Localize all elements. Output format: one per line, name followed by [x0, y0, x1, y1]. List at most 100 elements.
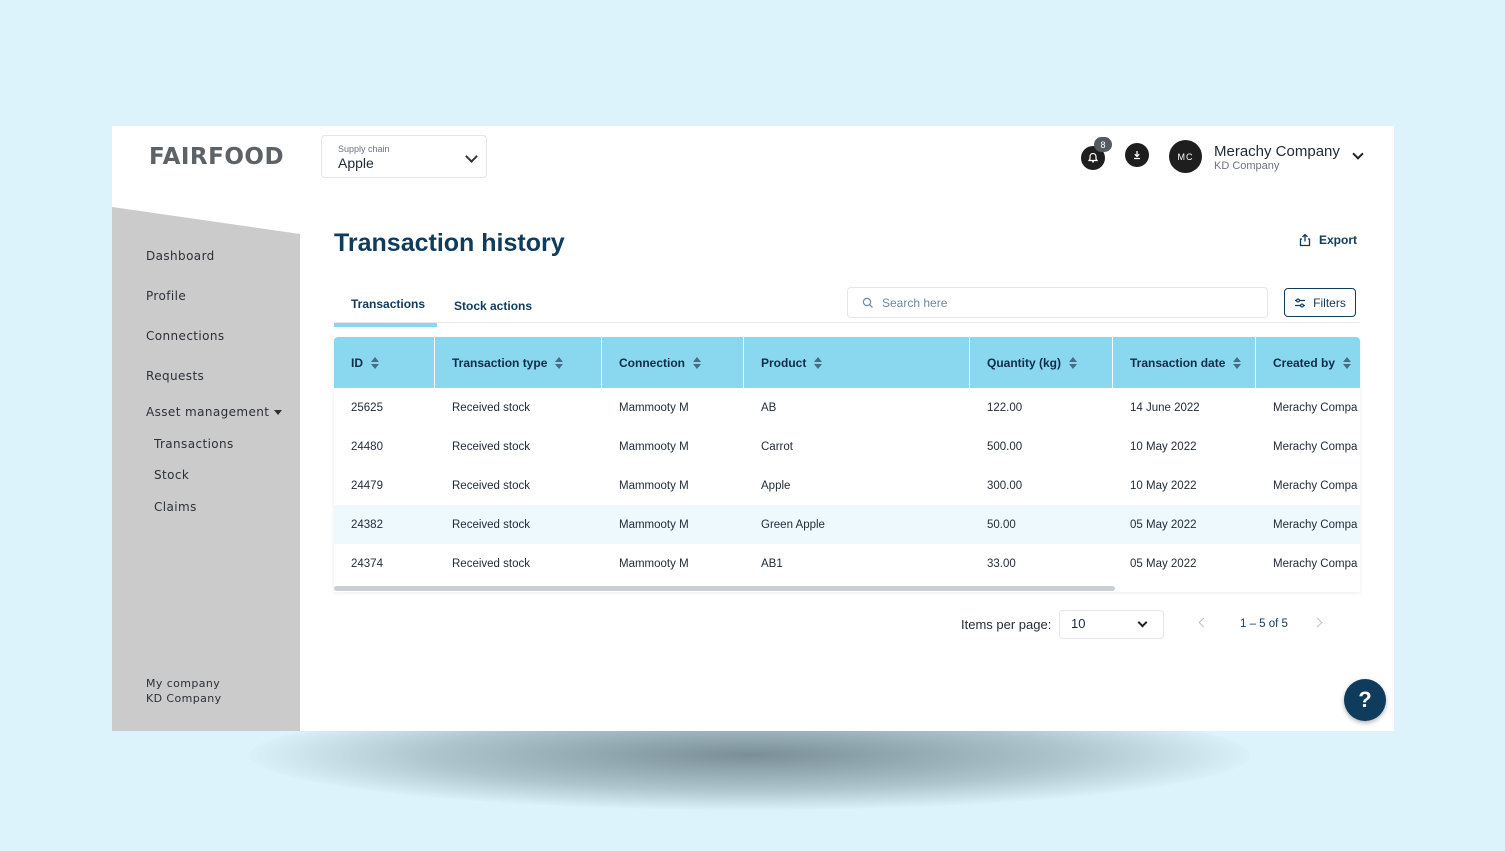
cell-id: 24479 — [351, 479, 383, 492]
supply-chain-label: Supply chain — [338, 144, 390, 154]
my-company-info[interactable]: My company KD Company — [146, 676, 222, 706]
items-per-page-label: Items per page: — [961, 617, 1052, 632]
tab-stock-actions[interactable]: Stock actions — [454, 299, 532, 313]
cell-quantity: 122.00 — [987, 401, 1023, 414]
cell-transaction-type: Received stock — [452, 518, 530, 531]
sort-icon[interactable] — [371, 356, 379, 369]
column-header-label: Quantity (kg) — [987, 355, 1061, 370]
column-header-label: Transaction type — [452, 355, 548, 370]
column-header-connection[interactable]: Connection — [602, 337, 744, 388]
active-tab-indicator — [334, 323, 437, 327]
download-icon — [1134, 151, 1140, 160]
cell-transaction-type: Received stock — [452, 401, 530, 414]
cell-transaction-type: Received stock — [452, 440, 530, 453]
search-field[interactable]: Search here — [847, 287, 1268, 318]
chevron-down-icon — [1137, 617, 1148, 628]
table-row[interactable]: 24479 Received stock Mammooty M Apple 30… — [334, 466, 1360, 505]
cell-id: 24480 — [351, 440, 383, 453]
cell-created-by: Merachy Compa — [1273, 440, 1358, 453]
search-placeholder: Search here — [882, 295, 948, 310]
my-company-name: KD Company — [146, 692, 222, 705]
sidebar-subitem-claims[interactable]: Claims — [154, 500, 197, 514]
user-name[interactable]: Merachy Company — [1214, 143, 1340, 160]
search-icon — [862, 297, 873, 308]
filters-button[interactable]: Filters — [1284, 288, 1356, 317]
download-button[interactable] — [1125, 143, 1149, 167]
cell-created-by: Merachy Compa — [1273, 518, 1358, 531]
table-row[interactable]: 24480 Received stock Mammooty M Carrot 5… — [334, 427, 1360, 466]
help-button[interactable]: ? — [1344, 679, 1386, 721]
column-header-transaction-type[interactable]: Transaction type — [435, 337, 602, 388]
cell-connection: Mammooty M — [619, 557, 689, 570]
sort-icon[interactable] — [555, 356, 564, 369]
sidebar — [112, 207, 300, 731]
app-window: FAIRFOOD Supply chain Apple 8 MC Merachy… — [112, 126, 1394, 731]
sidebar-item-connections[interactable]: Connections — [146, 329, 225, 343]
sidebar-item-label: Asset management — [146, 405, 270, 419]
sidebar-item-profile[interactable]: Profile — [146, 289, 186, 303]
cell-transaction-type: Received stock — [452, 557, 530, 570]
cell-product: AB1 — [761, 557, 783, 570]
cell-connection: Mammooty M — [619, 401, 689, 414]
cell-date: 10 May 2022 — [1130, 479, 1197, 492]
transactions-table: ID Transaction type Connection Product Q… — [334, 337, 1360, 592]
column-header-created-by[interactable]: Created by — [1256, 337, 1360, 388]
sidebar-item-dashboard[interactable]: Dashboard — [146, 249, 215, 263]
cell-date: 10 May 2022 — [1130, 440, 1197, 453]
sidebar-subitem-stock[interactable]: Stock — [154, 468, 189, 482]
sidebar-item-asset-management[interactable]: Asset management — [146, 405, 283, 419]
column-header-transaction-date[interactable]: Transaction date — [1113, 337, 1256, 388]
cell-connection: Mammooty M — [619, 479, 689, 492]
column-header-id[interactable]: ID — [334, 337, 435, 388]
column-header-label: ID — [351, 355, 363, 370]
user-company: KD Company — [1214, 160, 1280, 172]
my-company-label: My company — [146, 677, 221, 690]
sort-icon[interactable] — [1069, 356, 1077, 369]
sidebar-subitem-transactions[interactable]: Transactions — [154, 437, 234, 451]
page-range: 1 – 5 of 5 — [1240, 618, 1288, 630]
avatar[interactable]: MC — [1169, 140, 1202, 173]
cell-id: 24374 — [351, 557, 383, 570]
export-button[interactable]: Export — [1298, 233, 1357, 247]
sliders-icon — [1295, 298, 1306, 307]
sidebar-item-requests[interactable]: Requests — [146, 369, 204, 383]
cell-quantity: 500.00 — [987, 440, 1023, 453]
cell-quantity: 300.00 — [987, 479, 1023, 492]
fairfood-logo[interactable]: FAIRFOOD — [149, 144, 284, 170]
sort-icon[interactable] — [814, 356, 823, 369]
cell-date: 05 May 2022 — [1130, 557, 1197, 570]
user-menu-chevron-icon[interactable] — [1352, 148, 1364, 160]
cell-connection: Mammooty M — [619, 440, 689, 453]
supply-chain-select[interactable]: Supply chain Apple — [321, 135, 487, 178]
cell-quantity: 50.00 — [987, 518, 1016, 531]
tab-transactions[interactable]: Transactions — [351, 297, 425, 311]
table-row[interactable]: 24374 Received stock Mammooty M AB1 33.0… — [334, 544, 1360, 583]
next-page-icon[interactable] — [1312, 617, 1323, 628]
table-row-hovered[interactable]: 24382 Received stock Mammooty M Green Ap… — [334, 505, 1360, 544]
sort-icon[interactable] — [1343, 356, 1352, 369]
cell-date: 05 May 2022 — [1130, 518, 1197, 531]
cell-product: Apple — [761, 479, 791, 492]
column-header-label: Product — [761, 355, 807, 370]
cell-quantity: 33.00 — [987, 557, 1016, 570]
column-header-product[interactable]: Product — [744, 337, 970, 388]
cell-id: 25625 — [351, 401, 383, 414]
cell-product: Carrot — [761, 440, 793, 453]
items-per-page-select[interactable]: 10 — [1059, 610, 1164, 639]
caret-down-icon — [274, 410, 283, 415]
table-row[interactable]: 25625 Received stock Mammooty M AB 122.0… — [334, 388, 1360, 427]
horizontal-scrollbar[interactable] — [334, 586, 1115, 591]
page-title: Transaction history — [334, 229, 565, 257]
cell-id: 24382 — [351, 518, 383, 531]
column-header-label: Transaction date — [1130, 355, 1226, 370]
tabs-divider — [334, 322, 1360, 323]
cell-product: AB — [761, 401, 777, 414]
cell-transaction-type: Received stock — [452, 479, 530, 492]
sort-icon[interactable] — [1233, 356, 1242, 369]
column-header-quantity[interactable]: Quantity (kg) — [970, 337, 1113, 388]
column-header-label: Created by — [1273, 355, 1336, 370]
cell-created-by: Merachy Compa — [1273, 479, 1358, 492]
export-label: Export — [1319, 233, 1358, 247]
previous-page-icon[interactable] — [1198, 617, 1209, 628]
sort-icon[interactable] — [693, 356, 701, 369]
